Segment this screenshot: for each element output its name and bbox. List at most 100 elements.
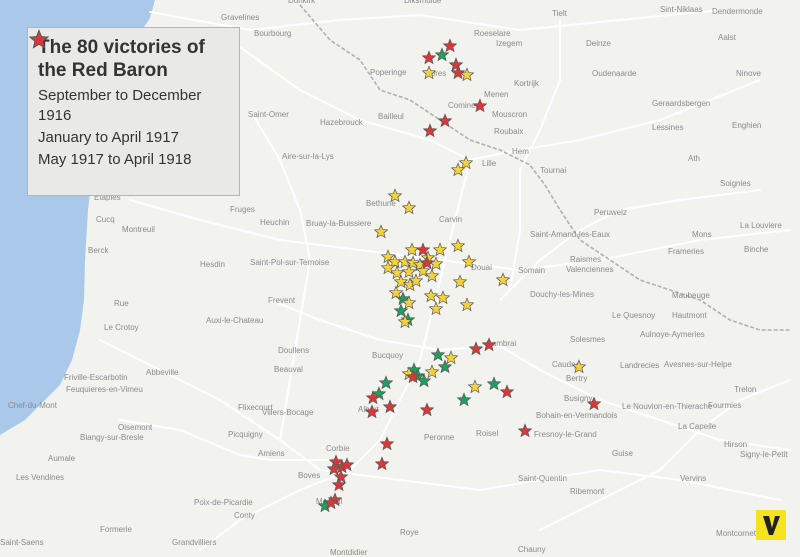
- vox-logo: [756, 510, 786, 540]
- place-label: Raismes: [570, 255, 601, 264]
- place-label: Roisel: [476, 429, 498, 438]
- place-label: Bourbourg: [254, 29, 291, 38]
- place-label: Heuchin: [260, 218, 289, 227]
- place-label: Cucq: [96, 215, 115, 224]
- place-label: Valenciennes: [566, 265, 613, 274]
- place-label: Saint-Amand-les-Eaux: [530, 230, 610, 239]
- place-label: Fourmies: [708, 401, 741, 410]
- place-label: Oisemont: [118, 423, 153, 432]
- place-label: Ribemont: [570, 487, 605, 496]
- place-label: Ath: [688, 154, 700, 163]
- legend-label: January to April 1917: [38, 129, 179, 146]
- place-label: Montdidier: [330, 548, 368, 557]
- place-label: Carvin: [439, 215, 462, 224]
- place-label: Fruges: [230, 205, 255, 214]
- place-label: Izegem: [496, 39, 523, 48]
- place-label: Tielt: [552, 9, 568, 18]
- place-label: Aire-sur-la-Lys: [282, 152, 334, 161]
- place-label: Conty: [234, 511, 255, 520]
- map-stage: Gravelines Dunkirk Diksmuide Roeselare Izege…: [0, 0, 800, 557]
- place-label: Villers-Bocage: [262, 408, 314, 417]
- place-label: Gravelines: [221, 13, 259, 22]
- place-label: Bruay-la-Buissiere: [306, 219, 372, 228]
- legend-label: September to December 1916: [38, 87, 202, 124]
- place-label: Amiens: [258, 449, 285, 458]
- place-label: Le Crotoy: [104, 323, 139, 332]
- place-label: Auxi-le-Chateau: [206, 316, 263, 325]
- place-label: Trelon: [734, 385, 756, 394]
- place-label: Avesnes-sur-Helpe: [664, 360, 732, 369]
- place-label: La Louviere: [740, 221, 782, 230]
- red-star-icon: [28, 29, 50, 49]
- place-label: Dendermonde: [712, 7, 763, 16]
- place-label: Saint-Pol-sur-Ternoise: [250, 258, 330, 267]
- place-label: Feuquieres-en-Vimeu: [66, 385, 143, 394]
- legend-item-period-2: January to April 1917: [28, 29, 229, 148]
- place-label: Fresnoy-le-Grand: [534, 430, 597, 439]
- place-label: Le Quesnoy: [612, 311, 655, 320]
- place-label: Bohain-en-Vermandois: [536, 411, 617, 420]
- place-label: Bailleul: [378, 112, 404, 121]
- place-label: Poperinge: [370, 68, 407, 77]
- place-label: Chauny: [518, 545, 546, 554]
- place-label: Lessines: [652, 123, 684, 132]
- map-title: The 80 victories of the Red Baron: [38, 37, 205, 81]
- place-label: Frameries: [668, 247, 704, 256]
- place-label: Aalst: [718, 33, 737, 42]
- logo-icon: [763, 516, 780, 535]
- place-label: Lille: [482, 159, 497, 168]
- place-label: Poix-de-Picardie: [194, 498, 253, 507]
- place-label: Aulnoye-Aymeries: [640, 330, 705, 339]
- place-label: Berck: [88, 246, 109, 255]
- place-label: Blangy-sur-Bresle: [80, 433, 144, 442]
- place-label: Aumale: [48, 454, 76, 463]
- place-label: Boves: [298, 471, 320, 480]
- legend-item-period-3: May 1917 to April 1918: [28, 29, 229, 170]
- place-label: Frevent: [268, 296, 296, 305]
- place-label: Roeselare: [474, 29, 511, 38]
- place-label: Binche: [744, 245, 769, 254]
- legend-item-period-1: September to December 1916: [28, 29, 229, 126]
- place-label: Doullens: [278, 346, 309, 355]
- place-label: Saint-Quentin: [518, 474, 567, 483]
- place-label: Geraardsbergen: [652, 99, 710, 108]
- place-label: Le Nouvion-en-Thierache: [622, 402, 713, 411]
- place-label: Diksmuide: [404, 0, 442, 5]
- place-label: Ninove: [736, 69, 761, 78]
- place-label: Picquigny: [228, 430, 263, 439]
- place-label: Kortrijk: [514, 79, 540, 88]
- place-label: Comines: [448, 101, 480, 110]
- place-label: Peruwelz: [594, 208, 627, 217]
- place-label: Oudenaarde: [592, 69, 637, 78]
- place-label: La Capelle: [678, 422, 717, 431]
- place-label: Beauval: [274, 365, 303, 374]
- place-label: Tournai: [540, 166, 566, 175]
- place-label: Friville-Escarbotin: [64, 373, 128, 382]
- place-label: Landrecies: [620, 361, 659, 370]
- place-label: Saint-Omer: [248, 110, 289, 119]
- place-label: Douchy-les-Mines: [530, 290, 594, 299]
- place-label: Hazebrouck: [320, 118, 364, 127]
- place-label: Vervins: [680, 474, 706, 483]
- place-label: Menen: [484, 90, 508, 99]
- place-label: Soignies: [720, 179, 751, 188]
- place-label: Deinze: [586, 39, 611, 48]
- place-label: Rue: [114, 299, 129, 308]
- place-label: Enghien: [732, 121, 761, 130]
- legend-label: May 1917 to April 1918: [38, 151, 192, 168]
- place-label: Bucquoy: [372, 351, 403, 360]
- place-label: Hesdin: [200, 260, 225, 269]
- place-label: Grandvilliers: [172, 538, 216, 547]
- place-label: Formerie: [100, 525, 133, 534]
- place-label: Mons: [692, 230, 712, 239]
- place-label: Corbie: [326, 444, 350, 453]
- place-label: Peronne: [424, 433, 455, 442]
- place-label: Montreuil: [122, 225, 155, 234]
- place-label: Dunkirk: [288, 0, 316, 5]
- place-label: Maubeuge: [672, 291, 710, 300]
- place-label: Hem: [512, 147, 529, 156]
- place-label: Sint-Niklaas: [660, 5, 703, 14]
- place-label: Les Vendines: [16, 473, 64, 482]
- place-label: Signy-le-Petit: [740, 450, 788, 459]
- legend-box: The 80 victories of the Red Baron Septem…: [27, 27, 240, 196]
